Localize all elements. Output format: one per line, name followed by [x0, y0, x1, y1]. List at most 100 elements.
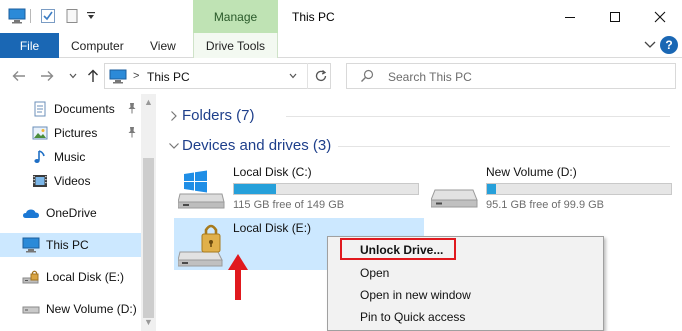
windows-drive-icon	[177, 170, 226, 210]
tab-view[interactable]: View	[150, 33, 176, 58]
drive-name: New Volume (D:)	[486, 165, 577, 179]
pin-icon[interactable]	[126, 102, 138, 114]
breadcrumb-this-pc[interactable]: This PC	[147, 70, 190, 84]
drive-tile-local-disk-c[interactable]: Local Disk (C:) 115 GB free of 149 GB	[174, 162, 420, 214]
group-divider	[286, 116, 670, 117]
documents-icon	[32, 101, 48, 117]
search-box[interactable]: Search This PC	[346, 63, 676, 89]
properties-icon[interactable]	[40, 7, 56, 25]
ribbon-tab-row: File Computer View Drive Tools ?	[0, 33, 682, 58]
refresh-icon	[315, 69, 326, 82]
drive-name: Local Disk (C:)	[233, 165, 312, 179]
nav-item-local-disk-e[interactable]: Local Disk (E:)	[0, 265, 141, 289]
nav-item-documents[interactable]: Documents	[0, 97, 141, 121]
expand-ribbon-chevron-icon[interactable]	[642, 37, 658, 53]
recent-locations-dropdown[interactable]	[64, 67, 82, 85]
nav-item-pictures[interactable]: Pictures	[0, 121, 141, 145]
forward-arrow-icon	[41, 71, 54, 81]
nav-item-this-pc[interactable]: This PC	[0, 233, 141, 257]
breadcrumb-separator[interactable]: >	[133, 70, 139, 82]
back-arrow-icon	[12, 71, 25, 81]
nav-item-new-volume-d[interactable]: New Volume (D:)	[0, 297, 141, 321]
forward-button[interactable]	[38, 67, 56, 85]
window-title: This PC	[292, 10, 335, 24]
menu-item-unlock-drive[interactable]: Unlock Drive...	[330, 239, 601, 261]
this-pc-icon	[109, 69, 127, 87]
nav-item-label: Pictures	[54, 126, 98, 140]
nav-item-label: Music	[54, 150, 86, 164]
refresh-button[interactable]	[307, 63, 333, 89]
chevron-down-icon	[69, 73, 77, 79]
back-button[interactable]	[10, 67, 28, 85]
minimize-icon	[565, 16, 575, 18]
nav-item-label: Documents	[54, 102, 115, 116]
capacity-bar	[486, 183, 672, 195]
nav-item-label: Videos	[54, 174, 91, 188]
search-icon	[360, 69, 374, 86]
menu-item-open-in-new-window[interactable]: Open in new window	[330, 284, 601, 306]
menu-item-label: Open in new window	[360, 288, 471, 302]
chevron-right-icon	[168, 109, 180, 123]
scroll-down-arrow-icon[interactable]: ▼	[141, 316, 156, 328]
minimize-button[interactable]	[548, 0, 592, 33]
nav-item-label: OneDrive	[46, 206, 97, 220]
drive-tile-new-volume-d[interactable]: New Volume (D:) 95.1 GB free of 99.9 GB	[427, 162, 677, 214]
search-input[interactable]: Search This PC	[388, 70, 472, 84]
group-title: Folders (7)	[182, 107, 255, 124]
nav-item-music[interactable]: Music	[0, 145, 141, 169]
quick-access-separator	[30, 9, 31, 23]
close-button[interactable]	[638, 0, 682, 33]
help-button[interactable]: ?	[660, 36, 678, 54]
nav-pane-scrollbar[interactable]: ▲ ▼	[141, 94, 156, 331]
new-folder-icon[interactable]	[64, 7, 80, 25]
group-divider	[338, 146, 670, 147]
chevron-down-icon	[168, 139, 180, 153]
this-pc-icon[interactable]	[8, 7, 26, 25]
locked-drive-icon	[177, 222, 226, 267]
maximize-button[interactable]	[593, 0, 637, 33]
capacity-bar-fill	[487, 184, 497, 194]
nav-item-label: Local Disk (E:)	[46, 270, 125, 284]
menu-item-pin-to-quick-access[interactable]: Pin to Quick access	[330, 306, 601, 328]
scrollbar-thumb[interactable]	[143, 158, 154, 318]
chevron-down-icon	[289, 73, 297, 79]
manage-label: Manage	[213, 9, 258, 24]
menu-item-label: Pin to Quick access	[360, 310, 466, 324]
drive-icon	[430, 170, 479, 210]
pin-icon[interactable]	[126, 126, 138, 138]
videos-icon	[32, 173, 48, 189]
capacity-bar-fill	[234, 184, 277, 194]
locked-drive-icon	[22, 269, 39, 285]
drive-free-space: 95.1 GB free of 99.9 GB	[486, 199, 605, 211]
group-title: Devices and drives (3)	[182, 137, 332, 154]
up-arrow-icon	[88, 69, 98, 82]
nav-item-label: New Volume (D:)	[46, 302, 137, 316]
context-menu: Unlock Drive... Open Open in new window …	[327, 236, 604, 331]
capacity-bar	[233, 183, 419, 195]
maximize-icon	[610, 11, 620, 22]
menu-item-label: Unlock Drive...	[360, 243, 444, 257]
tab-drive-tools[interactable]: Drive Tools	[193, 33, 278, 58]
customize-quick-access-dropdown-icon[interactable]	[86, 7, 96, 25]
drive-free-space: 115 GB free of 149 GB	[233, 199, 345, 211]
pictures-icon	[32, 125, 48, 141]
nav-item-videos[interactable]: Videos	[0, 169, 141, 193]
menu-item-open[interactable]: Open	[330, 262, 601, 284]
scroll-up-arrow-icon[interactable]: ▲	[141, 96, 156, 108]
close-icon	[654, 11, 666, 22]
address-history-dropdown[interactable]	[280, 63, 306, 89]
nav-item-label: This PC	[46, 238, 89, 252]
drive-name: Local Disk (E:)	[233, 221, 312, 235]
up-button[interactable]	[84, 67, 102, 85]
tab-computer[interactable]: Computer	[71, 33, 124, 58]
this-pc-icon	[22, 237, 40, 253]
group-header-devices-and-drives[interactable]: Devices and drives (3)	[156, 135, 676, 157]
tab-file[interactable]: File	[0, 33, 59, 58]
address-row: > This PC Search This PC	[0, 58, 682, 94]
navigation-pane: Documents Pictures Music Videos OneDrive	[0, 94, 143, 331]
nav-item-onedrive[interactable]: OneDrive	[0, 201, 141, 225]
onedrive-icon	[22, 205, 39, 221]
group-header-folders[interactable]: Folders (7)	[156, 105, 676, 127]
annotation-arrow-icon	[228, 254, 248, 300]
manage-contextual-tab-group: Manage	[193, 0, 278, 33]
